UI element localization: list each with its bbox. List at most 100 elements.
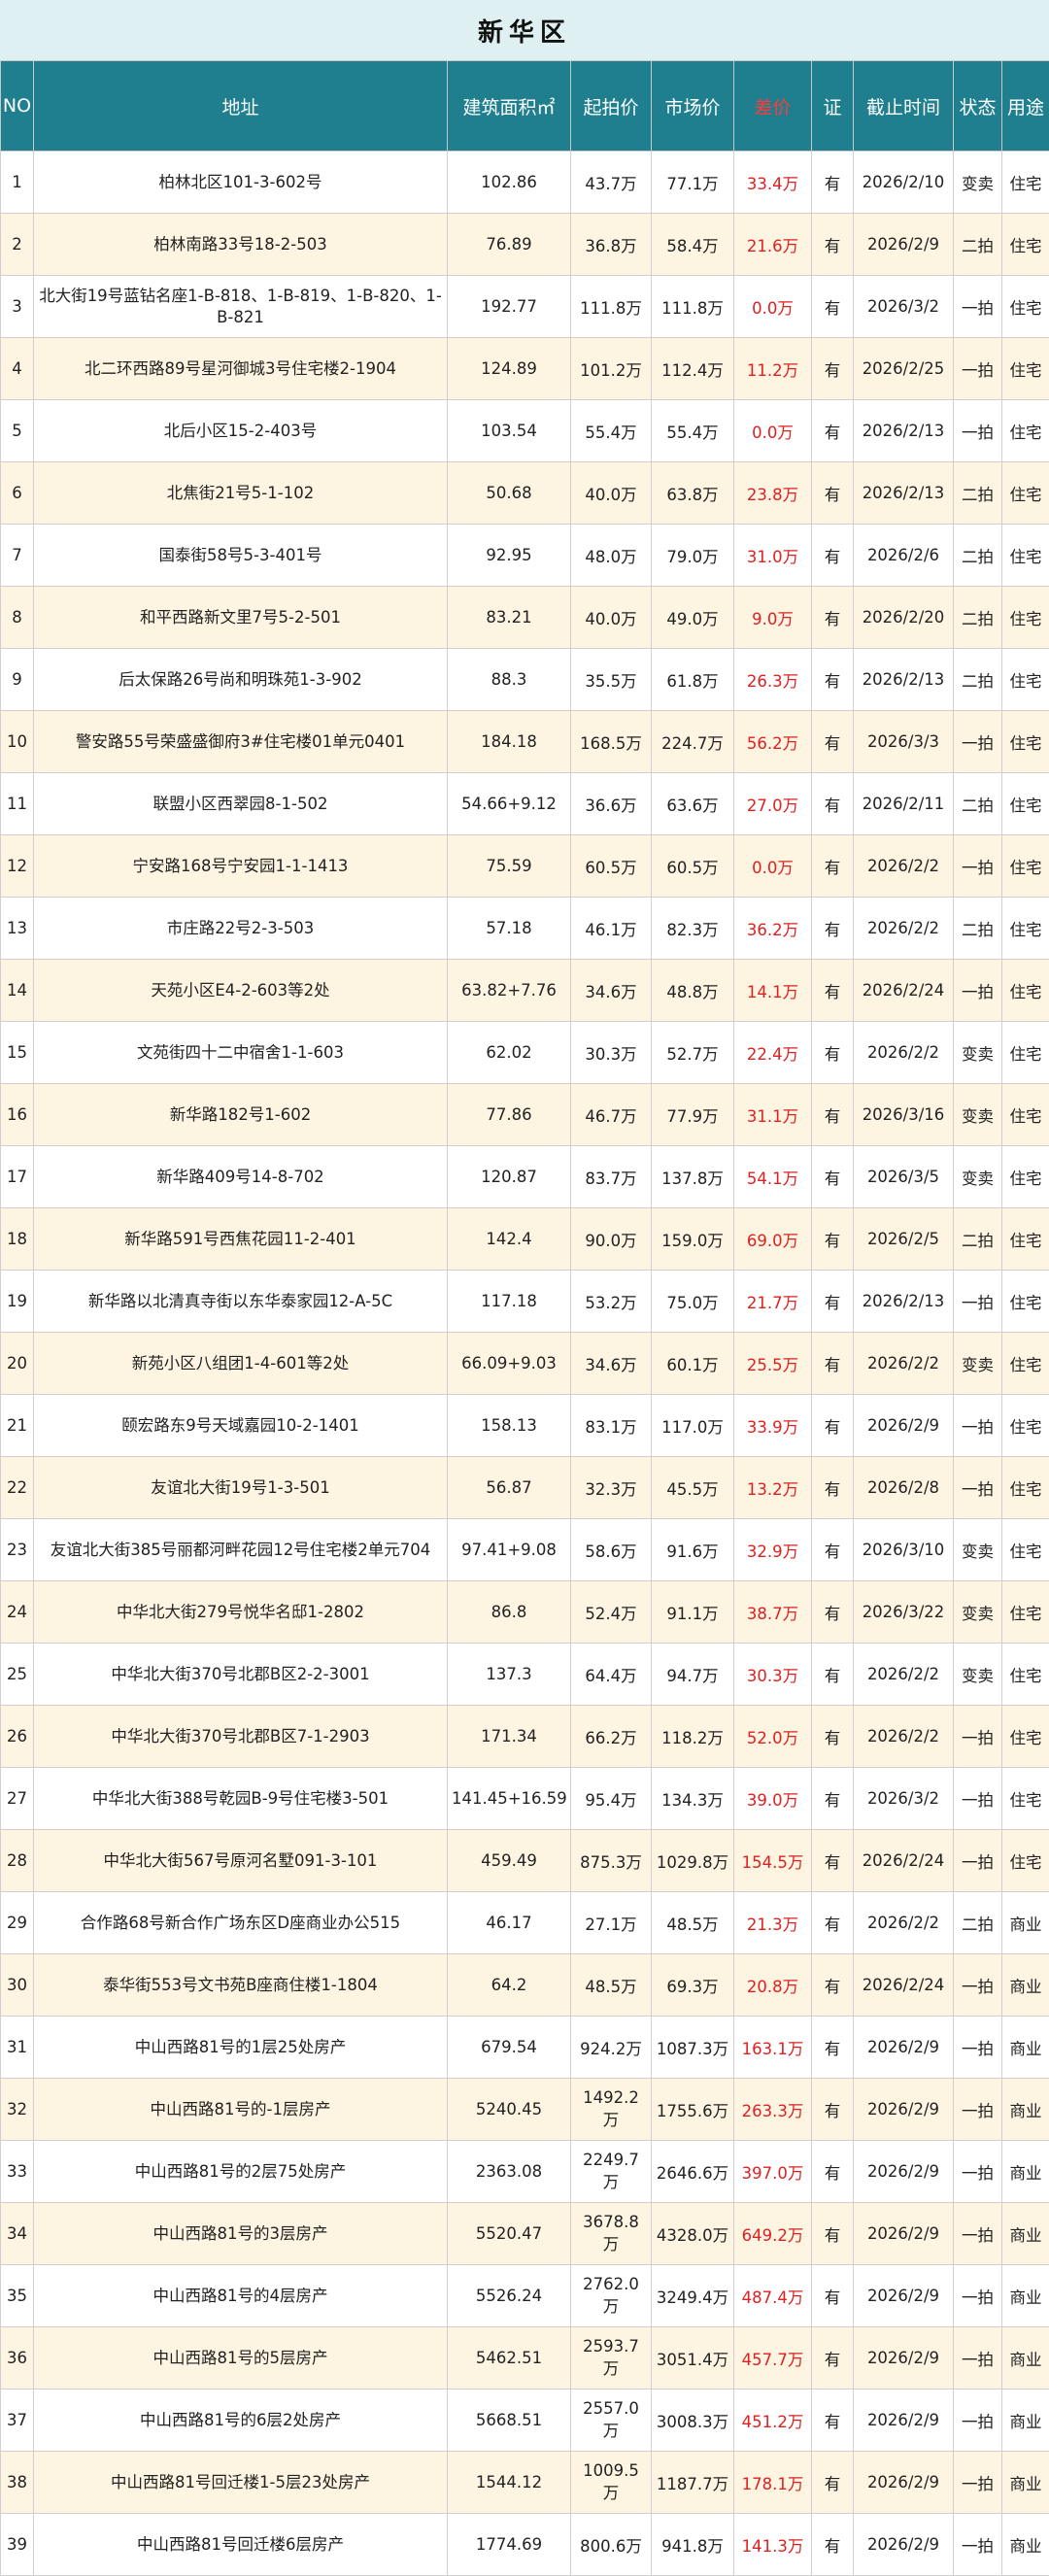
price-difference-cell: 38.7万: [734, 1581, 812, 1644]
area-cell: 88.3: [448, 649, 571, 711]
address-cell: 中山西路81号的6层2处房产: [34, 2390, 448, 2452]
status-cell: 一拍: [954, 2079, 1002, 2141]
table-row: 34中山西路81号的3层房产5520.473678.8万4328.0万649.2…: [1, 2203, 1049, 2265]
use-cell: 住宅: [1002, 1271, 1049, 1333]
certificate-cell: 有: [812, 276, 854, 338]
start-price-cell: 30.3万: [571, 1022, 652, 1084]
header-no: NO: [1, 61, 34, 152]
address-cell: 泰华街553号文书苑B座商住楼1-1804: [34, 1954, 448, 2017]
market-price-cell: 58.4万: [652, 214, 734, 276]
start-price-cell: 2593.7万: [571, 2327, 652, 2390]
table-row: 17新华路409号14-8-702120.8783.7万137.8万54.1万有…: [1, 1146, 1049, 1208]
use-cell: 住宅: [1002, 1519, 1049, 1581]
deadline-cell: 2026/2/11: [854, 773, 954, 835]
market-price-cell: 3249.4万: [652, 2265, 734, 2327]
market-price-cell: 117.0万: [652, 1395, 734, 1457]
use-cell: 商业: [1002, 2203, 1049, 2265]
start-price-cell: 55.4万: [571, 400, 652, 462]
address-cell: 文苑街四十二中宿舍1-1-603: [34, 1022, 448, 1084]
row-number: 35: [1, 2265, 34, 2327]
price-difference-cell: 23.8万: [734, 462, 812, 525]
start-price-cell: 101.2万: [571, 338, 652, 400]
area-cell: 2363.08: [448, 2141, 571, 2203]
table-row: 37中山西路81号的6层2处房产5668.512557.0万3008.3万451…: [1, 2390, 1049, 2452]
page-title: 新华区: [0, 0, 1049, 61]
status-cell: 变卖: [954, 1581, 1002, 1644]
use-cell: 商业: [1002, 2017, 1049, 2079]
address-cell: 北焦街21号5-1-102: [34, 462, 448, 525]
status-cell: 一拍: [954, 2452, 1002, 2514]
status-cell: 一拍: [954, 1706, 1002, 1768]
status-cell: 一拍: [954, 2017, 1002, 2079]
row-number: 11: [1, 773, 34, 835]
table-row: 10警安路55号荣盛盛御府3#住宅楼01单元0401184.18168.5万22…: [1, 711, 1049, 773]
table-row: 3北大街19号蓝钻名座1-B-818、1-B-819、1-B-820、1-B-8…: [1, 276, 1049, 338]
area-cell: 5668.51: [448, 2390, 571, 2452]
table-row: 2柏林南路33号18-2-50376.8936.8万58.4万21.6万有202…: [1, 214, 1049, 276]
area-cell: 76.89: [448, 214, 571, 276]
deadline-cell: 2026/2/9: [854, 2390, 954, 2452]
market-price-cell: 52.7万: [652, 1022, 734, 1084]
start-price-cell: 1492.2万: [571, 2079, 652, 2141]
price-difference-cell: 31.1万: [734, 1084, 812, 1146]
area-cell: 124.89: [448, 338, 571, 400]
address-cell: 中华北大街370号北郡B区7-1-2903: [34, 1706, 448, 1768]
row-number: 34: [1, 2203, 34, 2265]
price-difference-cell: 487.4万: [734, 2265, 812, 2327]
start-price-cell: 36.8万: [571, 214, 652, 276]
row-number: 3: [1, 276, 34, 338]
table-row: 12宁安路168号宁安园1-1-141375.5960.5万60.5万0.0万有…: [1, 835, 1049, 898]
table-row: 7国泰街58号5-3-401号92.9548.0万79.0万31.0万有2026…: [1, 525, 1049, 587]
certificate-cell: 有: [812, 2079, 854, 2141]
status-cell: 二拍: [954, 525, 1002, 587]
address-cell: 警安路55号荣盛盛御府3#住宅楼01单元0401: [34, 711, 448, 773]
status-cell: 一拍: [954, 338, 1002, 400]
area-cell: 66.09+9.03: [448, 1333, 571, 1395]
deadline-cell: 2026/2/13: [854, 649, 954, 711]
status-cell: 变卖: [954, 1146, 1002, 1208]
status-cell: 一拍: [954, 1768, 1002, 1830]
certificate-cell: 有: [812, 1581, 854, 1644]
start-price-cell: 2762.0万: [571, 2265, 652, 2327]
status-cell: 一拍: [954, 2265, 1002, 2327]
table-row: 35中山西路81号的4层房产5526.242762.0万3249.4万487.4…: [1, 2265, 1049, 2327]
table-row: 30泰华街553号文书苑B座商住楼1-180464.248.5万69.3万20.…: [1, 1954, 1049, 2017]
area-cell: 171.34: [448, 1706, 571, 1768]
start-price-cell: 83.7万: [571, 1146, 652, 1208]
address-cell: 新华路182号1-602: [34, 1084, 448, 1146]
use-cell: 住宅: [1002, 711, 1049, 773]
market-price-cell: 137.8万: [652, 1146, 734, 1208]
row-number: 33: [1, 2141, 34, 2203]
row-number: 8: [1, 587, 34, 649]
certificate-cell: 有: [812, 1022, 854, 1084]
row-number: 37: [1, 2390, 34, 2452]
market-price-cell: 55.4万: [652, 400, 734, 462]
price-difference-cell: 178.1万: [734, 2452, 812, 2514]
address-cell: 联盟小区西翠园8-1-502: [34, 773, 448, 835]
row-number: 7: [1, 525, 34, 587]
certificate-cell: 有: [812, 1146, 854, 1208]
start-price-cell: 924.2万: [571, 2017, 652, 2079]
price-difference-cell: 56.2万: [734, 711, 812, 773]
area-cell: 5526.24: [448, 2265, 571, 2327]
market-price-cell: 48.5万: [652, 1892, 734, 1954]
price-difference-cell: 32.9万: [734, 1519, 812, 1581]
deadline-cell: 2026/2/20: [854, 587, 954, 649]
certificate-cell: 有: [812, 1954, 854, 2017]
use-cell: 住宅: [1002, 1581, 1049, 1644]
header-certificate: 证: [812, 61, 854, 152]
certificate-cell: 有: [812, 2390, 854, 2452]
address-cell: 天苑小区E4-2-603等2处: [34, 960, 448, 1022]
certificate-cell: 有: [812, 587, 854, 649]
row-number: 23: [1, 1519, 34, 1581]
start-price-cell: 875.3万: [571, 1830, 652, 1892]
start-price-cell: 53.2万: [571, 1271, 652, 1333]
status-cell: 变卖: [954, 1644, 1002, 1706]
address-cell: 和平西路新文里7号5-2-501: [34, 587, 448, 649]
status-cell: 二拍: [954, 1892, 1002, 1954]
area-cell: 46.17: [448, 1892, 571, 1954]
start-price-cell: 35.5万: [571, 649, 652, 711]
row-number: 28: [1, 1830, 34, 1892]
market-price-cell: 75.0万: [652, 1271, 734, 1333]
start-price-cell: 46.7万: [571, 1084, 652, 1146]
